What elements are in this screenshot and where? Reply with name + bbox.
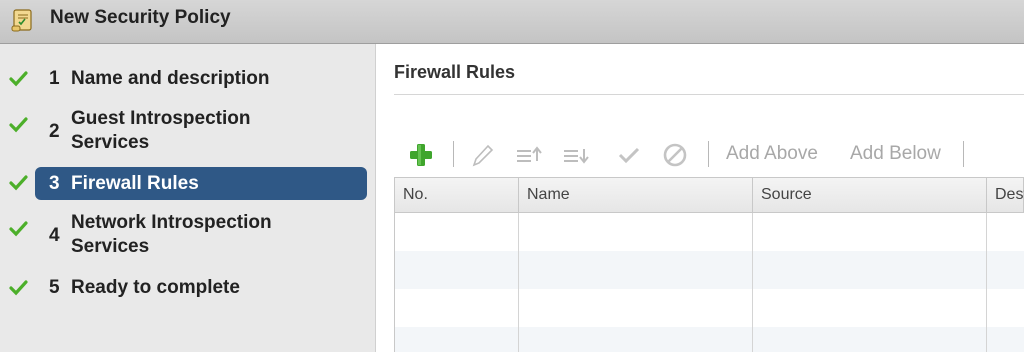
firewall-rules-table: No. Name Source Dest (394, 177, 1024, 352)
column-divider (518, 213, 519, 352)
check-icon (9, 280, 28, 296)
empty-table-row (395, 327, 1024, 352)
column-header-destination[interactable]: Dest (987, 178, 1024, 212)
section-title: Firewall Rules (394, 62, 516, 82)
table-body (394, 213, 1024, 352)
checkmark-icon[interactable] (616, 139, 642, 171)
column-divider (986, 213, 987, 352)
step-firewall-rules[interactable]: 3 Firewall Rules (0, 167, 376, 200)
column-divider (752, 213, 753, 352)
step-label: Name and description (71, 68, 270, 89)
column-header-name[interactable]: Name (519, 178, 753, 212)
step-guest-introspection-services[interactable]: 2 Guest Introspection Services (0, 107, 376, 159)
empty-table-row (395, 251, 1024, 289)
move-down-icon[interactable] (562, 139, 592, 171)
scroll-document-icon (11, 9, 32, 32)
check-icon (9, 175, 28, 191)
empty-table-row (395, 213, 1024, 251)
rules-toolbar: Add Above Add Below (376, 139, 1024, 171)
step-label: Firewall Rules (71, 173, 199, 194)
step-network-introspection-services[interactable]: 4 Network Introspection Services (0, 211, 376, 263)
column-header-no[interactable]: No. (395, 178, 519, 212)
step-number: 4 (49, 225, 60, 246)
section-divider (394, 94, 1024, 95)
toolbar-separator (453, 141, 454, 167)
plus-icon[interactable] (408, 139, 434, 171)
title-bar: New Security Policy (0, 0, 1024, 44)
step-label: Ready to complete (71, 277, 240, 298)
step-number: 1 (49, 68, 60, 89)
toolbar-separator (708, 141, 709, 167)
wizard-steps-sidebar: 1 Name and description 2 Guest Introspec… (0, 44, 376, 352)
column-header-source[interactable]: Source (753, 178, 987, 212)
empty-table-row (395, 289, 1024, 327)
main-panel: Firewall Rules Add Above Add Below No. N… (376, 44, 1024, 352)
step-label: Guest Introspection Services (71, 108, 251, 153)
step-name-and-description[interactable]: 1 Name and description (0, 66, 376, 96)
check-icon (9, 221, 28, 237)
toolbar-separator (963, 141, 964, 167)
step-number: 3 (49, 173, 60, 194)
pencil-icon[interactable] (468, 139, 494, 171)
check-icon (9, 71, 28, 87)
step-number: 2 (49, 121, 60, 142)
add-above-button[interactable]: Add Above (726, 143, 818, 165)
check-icon (9, 117, 28, 133)
add-below-button[interactable]: Add Below (850, 143, 941, 165)
step-ready-to-complete[interactable]: 5 Ready to complete (0, 275, 376, 305)
table-header: No. Name Source Dest (394, 177, 1024, 213)
window-title: New Security Policy (50, 7, 231, 28)
step-number: 5 (49, 277, 60, 298)
disable-icon[interactable] (662, 139, 688, 171)
step-label: Network Introspection Services (71, 212, 272, 257)
move-up-icon[interactable] (515, 139, 545, 171)
